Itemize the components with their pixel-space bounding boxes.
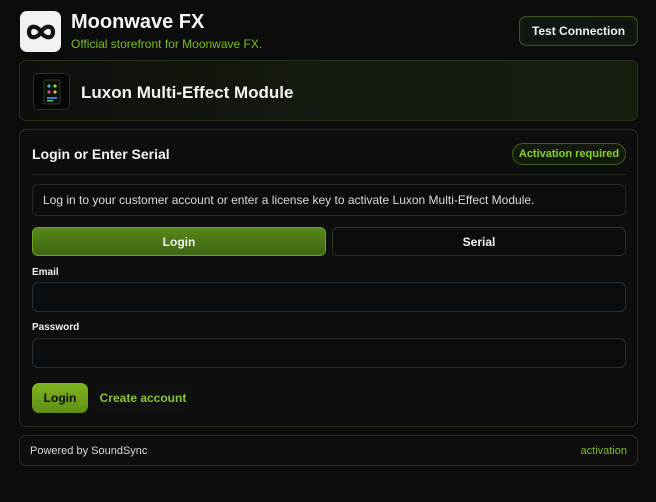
infinity-icon: [26, 24, 55, 39]
create-account-link[interactable]: Create account: [93, 383, 193, 413]
footer: Powered by SoundSync activation: [19, 435, 638, 466]
product-title: Luxon Multi-Effect Module: [81, 83, 294, 102]
plugin-thumbnail-icon: [33, 73, 70, 110]
email-label: Email: [32, 267, 59, 278]
tab-serial[interactable]: Serial: [332, 227, 626, 256]
password-label: Password: [32, 322, 80, 333]
product-card: Luxon Multi-Effect Module: [19, 60, 638, 121]
activation-link[interactable]: activation: [581, 445, 627, 457]
brand-logo: [20, 11, 61, 52]
activation-panel: Login or Enter Serial Activation require…: [19, 129, 638, 427]
test-connection-button[interactable]: Test Connection: [519, 16, 638, 46]
status-badge: Activation required: [512, 143, 626, 165]
login-button[interactable]: Login: [32, 383, 88, 413]
password-field[interactable]: [32, 338, 626, 368]
brand-title: Moonwave FX: [71, 11, 205, 33]
brand-subtitle: Official storefront for Moonwave FX.: [71, 37, 263, 51]
panel-title: Login or Enter Serial: [32, 146, 170, 162]
email-field[interactable]: [32, 282, 626, 312]
app-root: Moonwave FX Official storefront for Moon…: [0, 0, 656, 502]
tab-login[interactable]: Login: [32, 227, 326, 256]
powered-by-text: Powered by SoundSync: [30, 445, 148, 457]
divider: [32, 174, 626, 175]
info-message: Log in to your customer account or enter…: [32, 184, 626, 216]
